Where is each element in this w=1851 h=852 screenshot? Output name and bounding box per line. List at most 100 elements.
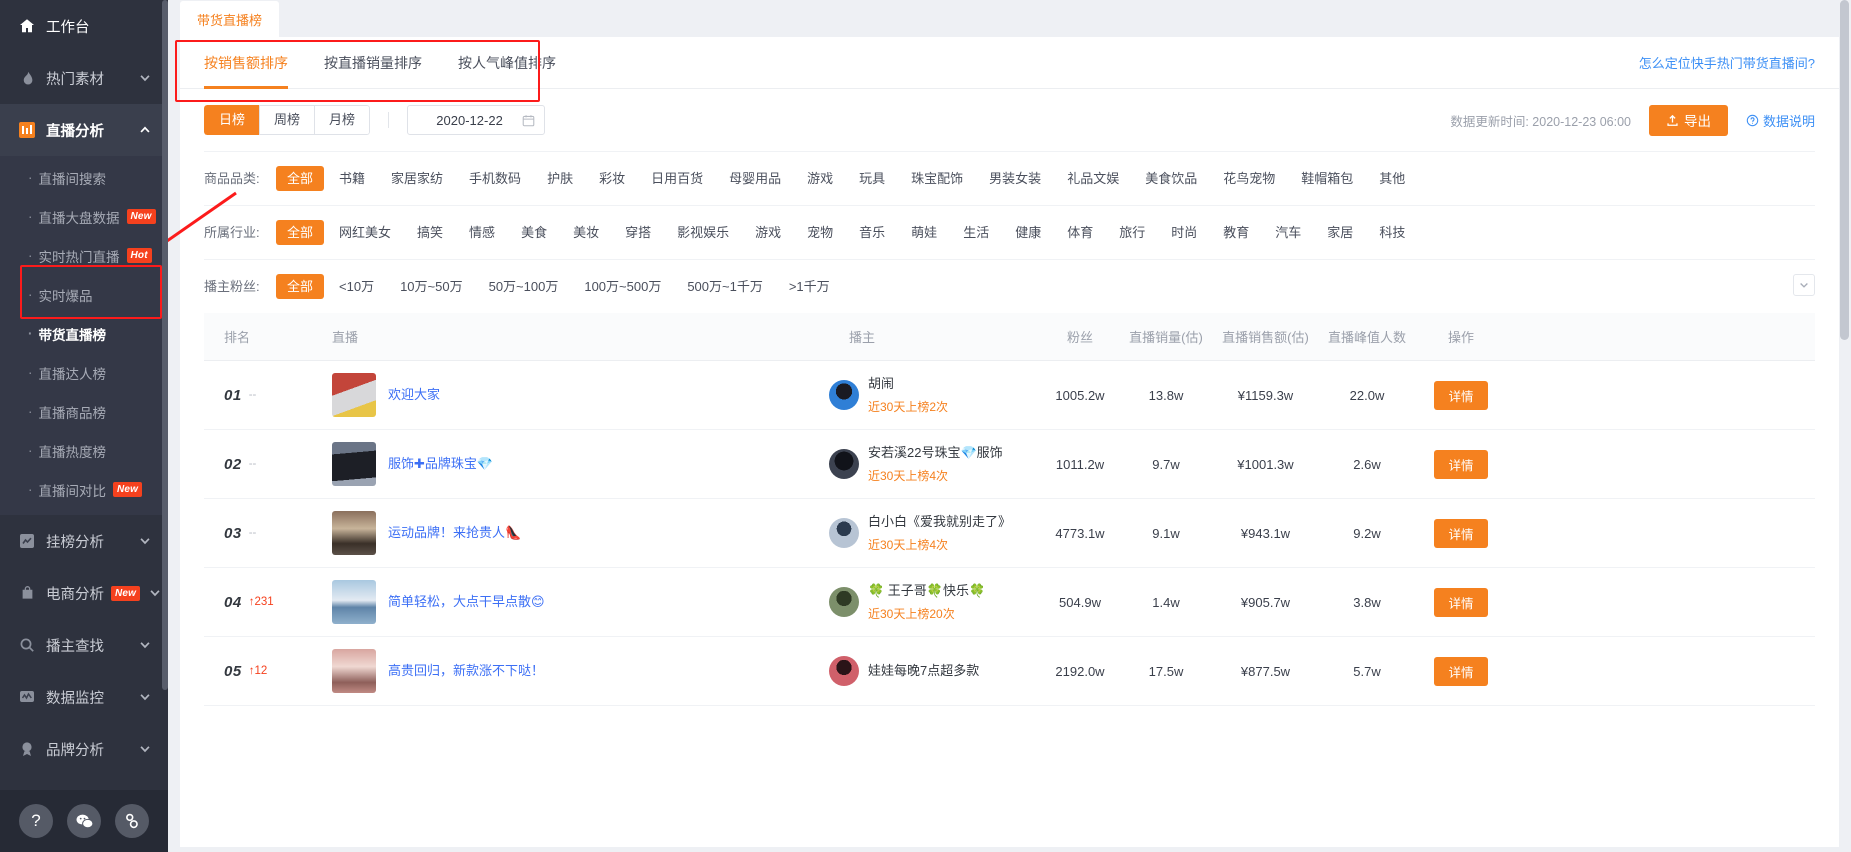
filter-option[interactable]: 书籍 (328, 166, 376, 191)
period-daily-button[interactable]: 日榜 (204, 105, 260, 135)
filter-option[interactable]: 500万~1千万 (676, 274, 774, 299)
filter-option-all[interactable]: 全部 (276, 166, 325, 191)
filter-option[interactable]: 生活 (952, 220, 1000, 245)
sidebar-item-live-heat-rank[interactable]: · 直播热度榜 (0, 431, 168, 470)
filter-option[interactable]: 礼品文娱 (1056, 166, 1130, 191)
live-thumbnail[interactable] (332, 373, 376, 417)
sidebar-item-live-product-rank[interactable]: · 直播商品榜 (0, 392, 168, 431)
table-row[interactable]: 05 ↑12 高贵回归，新款涨不下哒！ 娃娃每晚7点超多款 2192.0w 17… (204, 637, 1815, 706)
sidebar-group-workbench[interactable]: 工作台 (0, 0, 168, 52)
data-help-link[interactable]: 数据说明 (1746, 111, 1815, 130)
filter-option[interactable]: 美食 (510, 220, 558, 245)
main-scrollbar[interactable] (1840, 0, 1849, 340)
filter-option[interactable]: 日用百货 (640, 166, 714, 191)
filter-option[interactable]: 玩具 (848, 166, 896, 191)
tab-sort-by-sales-amount[interactable]: 按销售额排序 (204, 37, 288, 89)
table-row[interactable]: 04 ↑231 简单轻松，大点干早点散😊 🍀 王子哥🍀快乐🍀 近30天上榜20次 (204, 568, 1815, 637)
filter-option[interactable]: 网红美女 (328, 220, 402, 245)
sidebar-group-host-search[interactable]: 播主查找 (0, 619, 168, 671)
filter-option[interactable]: 搞笑 (406, 220, 454, 245)
filter-option-all[interactable]: 全部 (276, 274, 325, 299)
filter-option[interactable]: 其他 (1368, 166, 1416, 191)
host-name[interactable]: 白小白《爱我就别走了》 (868, 513, 1011, 531)
filter-option[interactable]: 体育 (1056, 220, 1104, 245)
sidebar-item-live-search[interactable]: · 直播间搜索 (0, 158, 168, 197)
avatar[interactable] (829, 449, 859, 479)
host-name[interactable]: 胡闹 (868, 375, 948, 393)
detail-button[interactable]: 详情 (1434, 656, 1488, 686)
live-title-link[interactable]: 欢迎大家 (388, 386, 440, 404)
live-title-link[interactable]: 简单轻松，大点干早点散😊 (388, 593, 545, 611)
sidebar-item-带货直播榜[interactable]: · 带货直播榜 (0, 314, 168, 353)
filter-option[interactable]: 影视娱乐 (666, 220, 740, 245)
filter-option[interactable]: <10万 (328, 274, 385, 299)
sidebar-item-realtime-hot-products[interactable]: · 实时爆品 (0, 275, 168, 314)
filter-option[interactable]: 男装女装 (978, 166, 1052, 191)
filter-option[interactable]: 花鸟宠物 (1212, 166, 1286, 191)
filter-option[interactable]: 50万~100万 (478, 274, 570, 299)
avatar[interactable] (829, 587, 859, 617)
table-row[interactable]: 01 -- 欢迎大家 胡闹 近30天上榜2次 1005.2w 13.8w ¥11… (204, 361, 1815, 430)
filter-option[interactable]: 宠物 (796, 220, 844, 245)
link-icon[interactable] (115, 804, 149, 838)
detail-button[interactable]: 详情 (1434, 518, 1488, 548)
filters-collapse-toggle[interactable] (1793, 274, 1815, 296)
filter-option[interactable]: 母婴用品 (718, 166, 792, 191)
filter-option[interactable]: 健康 (1004, 220, 1052, 245)
filter-option[interactable]: 珠宝配饰 (900, 166, 974, 191)
filter-option[interactable]: 萌娃 (900, 220, 948, 245)
tab-sort-by-sales-volume[interactable]: 按直播销量排序 (324, 37, 422, 88)
filter-option[interactable]: 游戏 (796, 166, 844, 191)
filter-option[interactable]: 穿搭 (614, 220, 662, 245)
tab-sort-by-popularity-peak[interactable]: 按人气峰值排序 (458, 37, 556, 88)
filter-option[interactable]: 游戏 (744, 220, 792, 245)
filter-option[interactable]: >1千万 (778, 274, 841, 299)
host-name[interactable]: 娃娃每晚7点超多款 (868, 662, 979, 680)
howto-link[interactable]: 怎么定位快手热门带货直播间? (1639, 37, 1815, 88)
filter-option-all[interactable]: 全部 (276, 220, 325, 245)
filter-option[interactable]: 音乐 (848, 220, 896, 245)
period-weekly-button[interactable]: 周榜 (259, 105, 315, 135)
wechat-icon[interactable] (67, 804, 101, 838)
live-thumbnail[interactable] (332, 442, 376, 486)
table-row[interactable]: 03 -- 运动品牌！来抢贵人👠 白小白《爱我就别走了》 近30天上榜4次 47… (204, 499, 1815, 568)
sidebar-item-live-talent-rank[interactable]: · 直播达人榜 (0, 353, 168, 392)
sidebar-group-rank-analysis[interactable]: 挂榜分析 (0, 515, 168, 567)
sidebar-item-realtime-hot-live[interactable]: · 实时热门直播 Hot (0, 236, 168, 275)
export-button[interactable]: 导出 (1648, 104, 1728, 136)
sidebar-item-live-overview[interactable]: · 直播大盘数据 New (0, 197, 168, 236)
filter-option[interactable]: 旅行 (1108, 220, 1156, 245)
filter-option[interactable]: 彩妆 (588, 166, 636, 191)
detail-button[interactable]: 详情 (1434, 380, 1488, 410)
sidebar-item-live-compare[interactable]: · 直播间对比 New (0, 470, 168, 509)
filter-option[interactable]: 家居 (1316, 220, 1364, 245)
filter-option[interactable]: 100万~500万 (573, 274, 672, 299)
filter-option[interactable]: 美食饮品 (1134, 166, 1208, 191)
period-monthly-button[interactable]: 月榜 (314, 105, 371, 135)
date-picker[interactable]: 2020-12-22 (407, 105, 546, 135)
filter-option[interactable]: 美妆 (562, 220, 610, 245)
live-thumbnail[interactable] (332, 580, 376, 624)
filter-option[interactable]: 10万~50万 (389, 274, 474, 299)
filter-option[interactable]: 手机数码 (458, 166, 532, 191)
filter-option[interactable]: 护肤 (536, 166, 584, 191)
avatar[interactable] (829, 380, 859, 410)
question-icon[interactable]: ? (19, 804, 53, 838)
filter-option[interactable]: 汽车 (1264, 220, 1312, 245)
filter-option[interactable]: 鞋帽箱包 (1290, 166, 1364, 191)
live-title-link[interactable]: 高贵回归，新款涨不下哒！ (388, 662, 544, 680)
filter-option[interactable]: 教育 (1212, 220, 1260, 245)
live-thumbnail[interactable] (332, 649, 376, 693)
sidebar-group-data-monitor[interactable]: 数据监控 (0, 671, 168, 723)
sidebar-group-brand-analysis[interactable]: 品牌分析 (0, 723, 168, 775)
detail-button[interactable]: 详情 (1434, 587, 1488, 617)
filter-option[interactable]: 情感 (458, 220, 506, 245)
filter-option[interactable]: 科技 (1368, 220, 1416, 245)
live-title-link[interactable]: 运动品牌！来抢贵人👠 (388, 524, 521, 542)
avatar[interactable] (829, 656, 859, 686)
tab-带货直播榜[interactable]: 带货直播榜 (180, 1, 280, 37)
detail-button[interactable]: 详情 (1434, 449, 1488, 479)
live-title-link[interactable]: 服饰✚品牌珠宝💎 (388, 455, 493, 473)
host-name[interactable]: 安若溪22号珠宝💎服饰 (868, 444, 1003, 462)
sidebar-group-hot-material[interactable]: 热门素材 (0, 52, 168, 104)
